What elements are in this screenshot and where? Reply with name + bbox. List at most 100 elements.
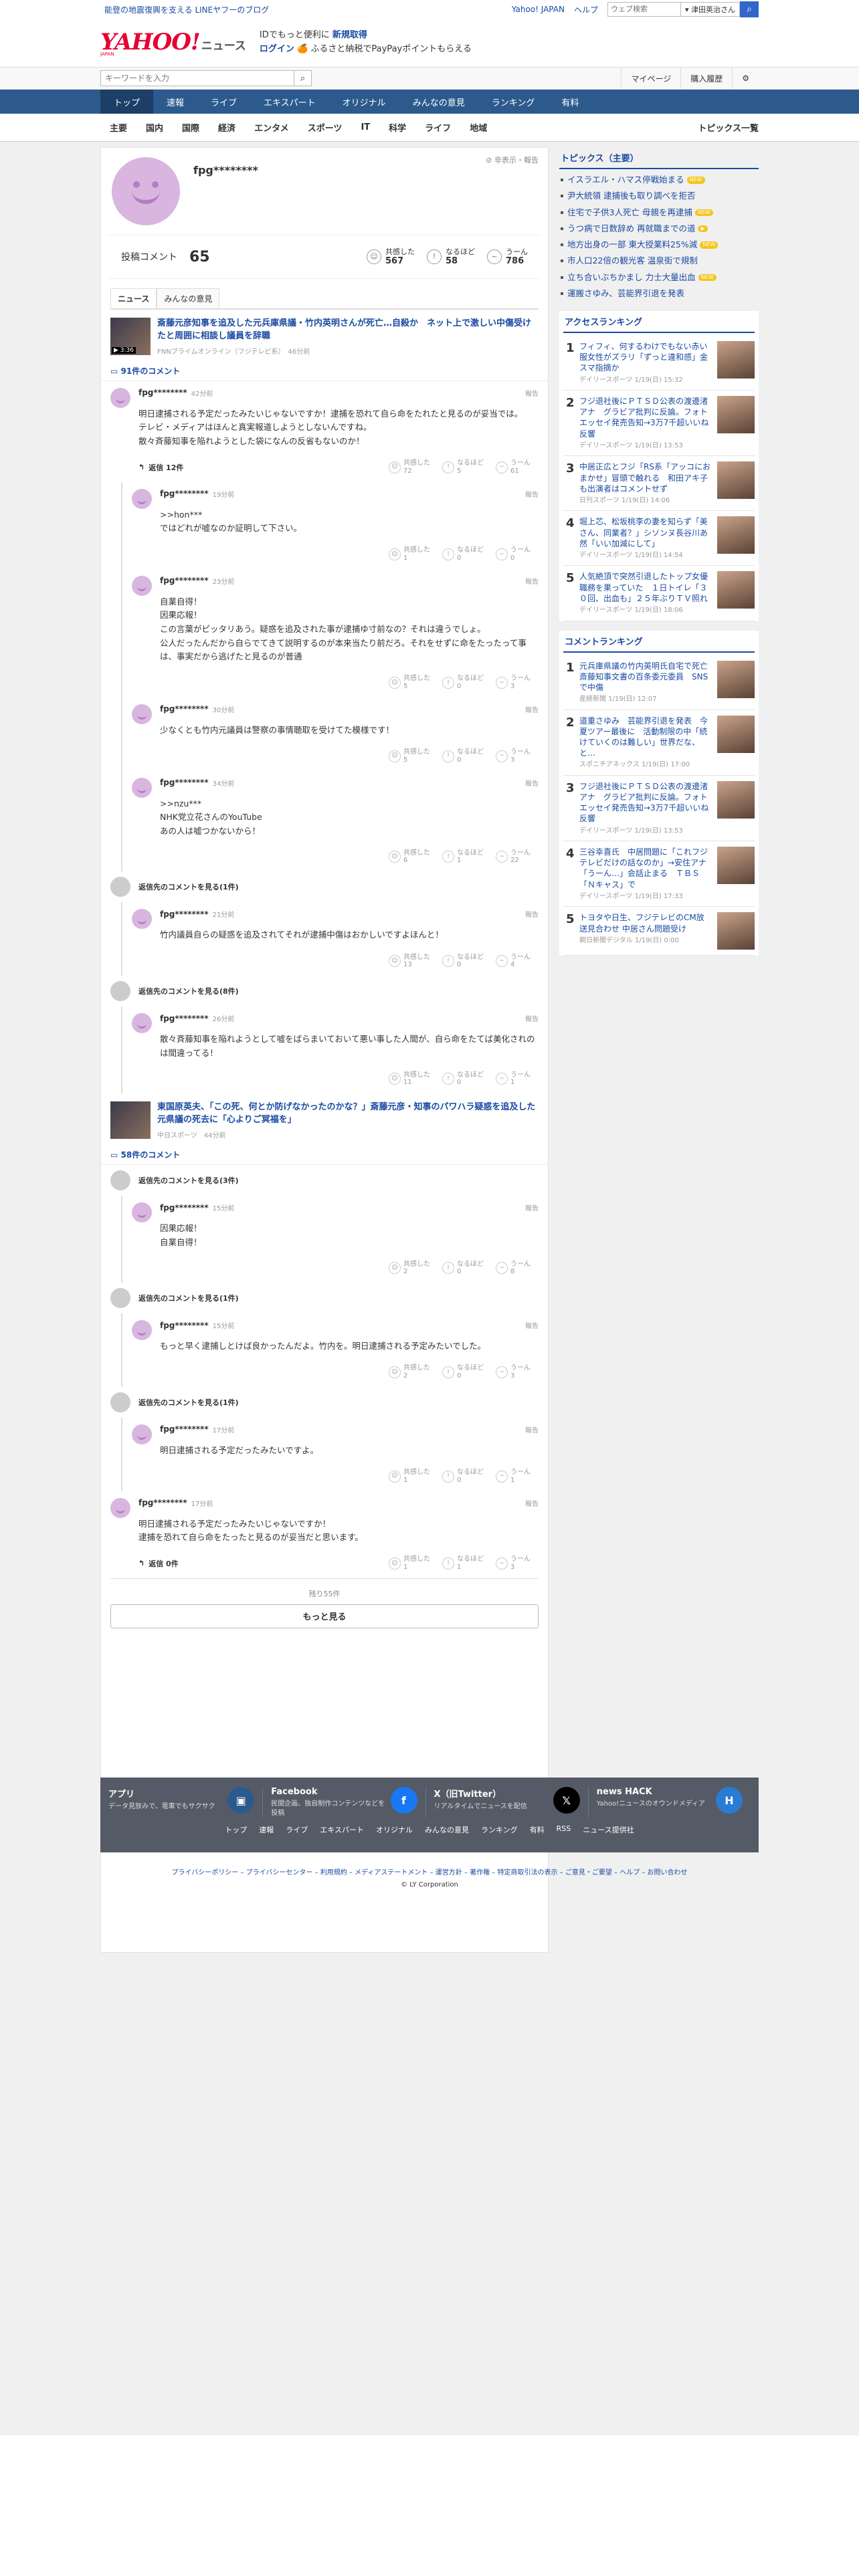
empathy-button[interactable]: ☺ 共感した 2 <box>389 1261 432 1276</box>
empathy-button[interactable]: ☺ 共感した 13 <box>389 954 432 969</box>
empathy-button[interactable]: ☺ 共感した 11 <box>389 1071 432 1087</box>
ranking-title[interactable]: フィフィ、何するわけでもない赤い服女性がズラリ「ずっと違和感」金スマ指摘か <box>579 341 712 374</box>
empathy-button[interactable]: ☺ 共感した 6 <box>389 849 432 865</box>
footer-link[interactable]: ライブ <box>286 1824 308 1835</box>
insight-button[interactable]: ! なるほど 0 <box>442 546 485 562</box>
hmm-button[interactable]: ~ うーん 4 <box>496 954 539 969</box>
report-link[interactable]: 報告 <box>525 576 539 586</box>
news-search-input[interactable] <box>100 70 294 86</box>
nav-live[interactable]: ライブ <box>197 90 250 114</box>
notice-link[interactable]: 能登の地震復興を支える LINEヤフーのブログ <box>104 4 269 15</box>
facebook-icon[interactable]: f <box>390 1787 417 1814</box>
ranking-thumbnail[interactable] <box>717 396 755 434</box>
footer-link[interactable]: みんなの意見 <box>425 1824 469 1835</box>
topic-item[interactable]: 市人口22倍の観光客 温泉街で規制 <box>559 253 759 269</box>
parent-comment-link[interactable]: 返信先のコメントを見る(1件) <box>101 1387 548 1418</box>
cat-local[interactable]: 地域 <box>460 121 496 134</box>
empathy-button[interactable]: ☺ 共感した 1 <box>389 1469 432 1484</box>
ranking-title[interactable]: 人気絶頂で突然引退したトップ女優 職務を果っていた １日トイレ「３０回、出血も」… <box>579 571 716 604</box>
parent-comment-link[interactable]: 返信先のコメントを見る(1件) <box>101 1283 548 1313</box>
web-search-input[interactable] <box>607 2 681 17</box>
report-link[interactable]: 報告 <box>525 1202 539 1212</box>
mypage-link[interactable]: マイページ <box>621 67 680 90</box>
x-icon[interactable]: 𝕏 <box>553 1787 580 1814</box>
report-link[interactable]: 報告 <box>525 489 539 499</box>
insight-button[interactable]: ! なるほど 1 <box>442 1555 485 1571</box>
legal-text[interactable]: プライバシーポリシー – プライバシーセンター – 利用規約 – メディアステー… <box>100 1867 759 1879</box>
ranking-item[interactable]: 3 中居正広とフジ「RS系「アッコにおまかせ」冒頭で触れる 和田アキ子も出演者はコ… <box>563 456 755 512</box>
report-link[interactable]: 報告 <box>525 704 539 714</box>
ranking-thumbnail[interactable] <box>717 715 755 753</box>
scope-select[interactable]: ▾ 津田英治さん <box>680 2 740 17</box>
ranking-item[interactable]: 4 堀上芯、松坂桃李の妻を知らず「美さん、同業者？」シソンヌ長谷川あ然「いい加減に… <box>563 511 755 566</box>
footer-col[interactable]: アプリ データ見放みで、電車でもサクサク ▣ <box>108 1787 264 1818</box>
nav-ranking[interactable]: ランキング <box>478 90 549 114</box>
comment-author[interactable]: fpg******** <box>160 1203 209 1212</box>
ranking-title[interactable]: トヨタや日生、フジテレビのCM放送見合わせ 中居さん問題受け <box>579 912 712 934</box>
hmm-button[interactable]: ~ うーん 1 <box>496 1071 539 1087</box>
footer-col[interactable]: X（旧Twitter） リアルタイムでニュースを配信 𝕏 <box>434 1787 589 1818</box>
footer-col[interactable]: news HACK Yahoo!ニュースのオウンドメディア H <box>597 1787 751 1818</box>
comment-count-link[interactable]: ▭ 58件のコメント <box>101 1145 548 1165</box>
topic-item[interactable]: 立ち合いぶちかまし 力士大量出血 NEW <box>559 270 759 286</box>
insight-button[interactable]: ! なるほど 0 <box>442 1071 485 1087</box>
article-thumbnail[interactable] <box>110 1101 151 1140</box>
insight-button[interactable]: ! なるほど 0 <box>442 1469 485 1484</box>
comment-author[interactable]: fpg******** <box>138 388 187 397</box>
empathy-button[interactable]: ☺ 共感した 2 <box>389 1364 432 1380</box>
article-card[interactable]: ▶ 3:36 斎藤元彦知事を追及した元兵庫県議・竹内英明さんが死亡…自殺か ネット… <box>101 310 548 361</box>
comment-author[interactable]: fpg******** <box>160 576 209 585</box>
topic-item[interactable]: イスラエル・ハマス停戦始まる NEW <box>559 172 759 188</box>
insight-button[interactable]: ! なるほど 0 <box>442 675 485 690</box>
comment-author[interactable]: fpg******** <box>160 489 209 498</box>
signup-link[interactable]: 新規取得 <box>332 30 367 40</box>
cat-entertainment[interactable]: エンタメ <box>245 121 298 134</box>
hmm-button[interactable]: ~ うーん 0 <box>496 546 539 562</box>
reply-button[interactable]: ↰ 返信 0件 <box>138 1558 179 1569</box>
ranking-item[interactable]: 2 フジ退社後にＰＴＳＤ公表の渡邊渚アナ グラビア批判に反論。フォトエッセイ発売告… <box>563 391 755 457</box>
search-icon[interactable]: ⌕ <box>740 1 759 17</box>
ranking-thumbnail[interactable] <box>717 571 755 609</box>
ranking-item[interactable]: 5 人気絶頂で突然引退したトップ女優 職務を果っていた １日トイレ「３０回、出血も… <box>563 566 755 621</box>
hmm-button[interactable]: ~ うーん 22 <box>496 849 539 865</box>
ranking-thumbnail[interactable] <box>717 780 755 819</box>
parent-comment-link[interactable]: 返信先のコメントを見る(3件) <box>101 1165 548 1196</box>
cat-domestic[interactable]: 国内 <box>136 121 173 134</box>
nav-opinion[interactable]: みんなの意見 <box>399 90 478 114</box>
tab-opinion[interactable]: みんなの意見 <box>157 288 220 308</box>
footer-link[interactable]: 有料 <box>530 1824 545 1835</box>
footer-link[interactable]: ランキング <box>481 1824 518 1835</box>
ranking-title[interactable]: 中居正広とフジ「RS系「アッコにおまかせ」冒頭で触れる 和田アキ子も出演者はコメ… <box>579 461 712 494</box>
ranking-thumbnail[interactable] <box>717 847 755 885</box>
ranking-title[interactable]: 三谷幸喜氏 中居問題に「これフジテレビだけの話なのか」→安住アナ「うーん…」会話… <box>579 847 712 890</box>
cat-life[interactable]: ライフ <box>415 121 460 134</box>
cat-sports[interactable]: スポーツ <box>298 121 352 134</box>
insight-button[interactable]: ! なるほど 0 <box>442 748 485 764</box>
nav-paid[interactable]: 有料 <box>548 90 592 114</box>
comment-count-link[interactable]: ▭ 91件のコメント <box>101 361 548 381</box>
hmm-button[interactable]: ~ うーん 8 <box>496 1261 539 1276</box>
search-icon[interactable]: ⌕ <box>294 70 312 86</box>
topic-item[interactable]: 尹大統領 逮捕後も取り調べを拒否 <box>559 188 759 204</box>
cat-science[interactable]: 科学 <box>379 121 415 134</box>
nav-expert[interactable]: エキスパート <box>250 90 329 114</box>
ranking-item[interactable]: 5 トヨタや日生、フジテレビのCM放送見合わせ 中居さん問題受け 朝日新聞デジタル … <box>563 907 755 956</box>
comment-author[interactable]: fpg******** <box>138 1498 187 1507</box>
topic-item[interactable]: うつ病で日数辞め 再就職までの道 ▶ <box>559 221 759 237</box>
article-title[interactable]: 斎藤元彦知事を追及した元兵庫県議・竹内英明さんが死亡…自殺か ネット上で激しい中… <box>157 318 539 343</box>
ranking-title[interactable]: 元兵庫県議の竹内英明氏自宅で死亡 斎藤知事文書の百条委元委員 SNSで中傷 <box>579 661 716 693</box>
ranking-item[interactable]: 2 道重さゆみ 芸能界引退を発表 今夏ツアー最後に 活動制限の中「続けていくのは難… <box>563 710 755 776</box>
ranking-item[interactable]: 4 三谷幸喜氏 中居問題に「これフジテレビだけの話なのか」→安住アナ「うーん…」会… <box>563 841 755 907</box>
ranking-thumbnail[interactable] <box>717 461 755 500</box>
hmm-button[interactable]: ~ うーん 3 <box>496 748 539 764</box>
parent-comment-link[interactable]: 返信先のコメントを見る(8件) <box>101 976 548 1006</box>
insight-button[interactable]: ! なるほど 0 <box>442 954 485 969</box>
ranking-item[interactable]: 1 フィフィ、何するわけでもない赤い服女性がズラリ「ずっと違和感」金スマ指摘か デイ… <box>563 336 755 391</box>
ranking-title[interactable]: 道重さゆみ 芸能界引退を発表 今夏ツアー最後に 活動制限の中「続けていくのは難し… <box>579 716 712 759</box>
comment-author[interactable]: fpg******** <box>160 1014 209 1023</box>
help-link[interactable]: ヘルプ <box>574 4 598 15</box>
comment-author[interactable]: fpg******** <box>160 1424 209 1434</box>
footer-link[interactable]: ニュース提供社 <box>583 1824 634 1835</box>
footer-link[interactable]: 速報 <box>259 1824 274 1835</box>
comment-author[interactable]: fpg******** <box>160 778 209 787</box>
